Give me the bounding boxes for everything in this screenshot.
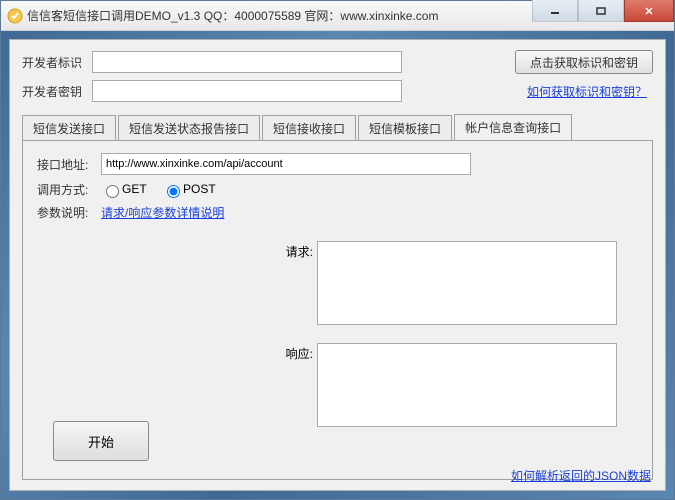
param-row: 参数说明: 请求/响应参数详情说明	[37, 204, 638, 221]
app-window: 信信客短信接口调用DEMO_v1.3 QQ：4000075589 官网：www.…	[0, 0, 675, 500]
tab-panel-account-info: 接口地址: 调用方式: GET POST 参数说明: 请求/响应参数详情说明	[22, 140, 653, 480]
tab-sms-template[interactable]: 短信模板接口	[358, 115, 452, 141]
method-post-option[interactable]: POST	[162, 182, 216, 196]
minimize-button[interactable]	[532, 0, 578, 22]
developer-key-label: 开发者密钥	[22, 83, 92, 100]
app-icon	[7, 8, 23, 24]
param-label: 参数说明:	[37, 204, 101, 221]
developer-id-row: 开发者标识 点击获取标识和密钥	[22, 50, 653, 74]
param-detail-link[interactable]: 请求/响应参数详情说明	[101, 204, 224, 221]
api-url-row: 接口地址:	[37, 153, 638, 175]
request-label: 请求:	[273, 241, 317, 260]
fetch-credentials-button[interactable]: 点击获取标识和密钥	[515, 50, 653, 74]
json-parse-help-link[interactable]: 如何解析返回的JSON数据	[511, 467, 651, 484]
developer-key-row: 开发者密钥 如何获取标识和密钥？	[22, 80, 653, 102]
method-get-radio[interactable]	[106, 185, 119, 198]
tab-account-info[interactable]: 帐户信息查询接口	[454, 114, 572, 141]
close-button[interactable]	[624, 0, 674, 22]
titlebar[interactable]: 信信客短信接口调用DEMO_v1.3 QQ：4000075589 官网：www.…	[1, 1, 674, 31]
client-area-border: 开发者标识 点击获取标识和密钥 开发者密钥 如何获取标识和密钥？ 短信发送接口 …	[1, 31, 674, 499]
response-label: 响应:	[273, 343, 317, 362]
client-area: 开发者标识 点击获取标识和密钥 开发者密钥 如何获取标识和密钥？ 短信发送接口 …	[9, 39, 666, 491]
maximize-button[interactable]	[578, 0, 624, 22]
method-row: 调用方式: GET POST	[37, 181, 638, 198]
response-row: 响应:	[273, 343, 617, 427]
window-title: 信信客短信接口调用DEMO_v1.3 QQ：4000075589 官网：www.…	[27, 7, 532, 24]
request-row: 请求:	[273, 241, 617, 325]
response-textarea[interactable]	[317, 343, 617, 427]
api-url-label: 接口地址:	[37, 156, 101, 173]
tab-sms-status-report[interactable]: 短信发送状态报告接口	[118, 115, 260, 141]
credentials-help-link[interactable]: 如何获取标识和密钥？	[527, 83, 647, 100]
method-radios: GET POST	[101, 182, 228, 198]
tab-strip: 短信发送接口 短信发送状态报告接口 短信接收接口 短信模板接口 帐户信息查询接口	[22, 116, 653, 140]
api-url-input[interactable]	[101, 153, 471, 175]
start-button[interactable]: 开始	[53, 421, 149, 461]
method-get-option[interactable]: GET	[101, 182, 147, 196]
tab-sms-send[interactable]: 短信发送接口	[22, 115, 116, 141]
request-response-area: 请求: 响应:	[273, 241, 617, 427]
window-buttons	[532, 1, 674, 30]
developer-id-label: 开发者标识	[22, 54, 92, 71]
method-label: 调用方式:	[37, 181, 101, 198]
tab-control: 短信发送接口 短信发送状态报告接口 短信接收接口 短信模板接口 帐户信息查询接口…	[22, 116, 653, 480]
request-textarea[interactable]	[317, 241, 617, 325]
developer-id-input[interactable]	[92, 51, 402, 73]
developer-key-input[interactable]	[92, 80, 402, 102]
tab-sms-receive[interactable]: 短信接收接口	[262, 115, 356, 141]
method-post-radio[interactable]	[167, 185, 180, 198]
